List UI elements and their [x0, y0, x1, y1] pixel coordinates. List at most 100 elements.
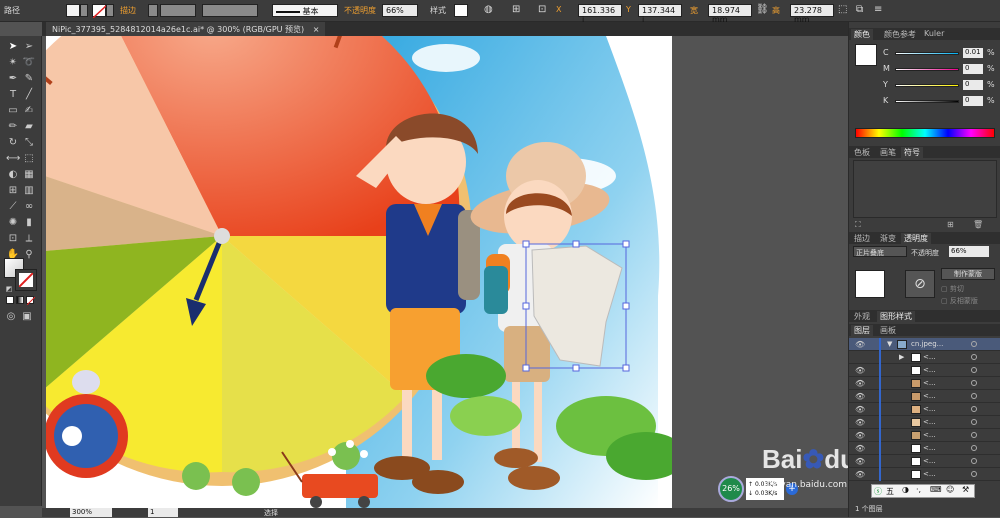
target-circle-icon[interactable]: [971, 367, 977, 373]
channel-k-value[interactable]: 0: [963, 96, 983, 106]
keyboard-icon[interactable]: ⌨: [930, 485, 942, 494]
target-circle-icon[interactable]: [971, 445, 977, 451]
opacity-label[interactable]: 不透明度: [344, 5, 376, 16]
target-circle-icon[interactable]: [971, 432, 977, 438]
lasso-tool-icon[interactable]: ➰: [22, 56, 36, 70]
channel-c-value[interactable]: 0.01: [963, 48, 983, 58]
zoom-field[interactable]: 300%: [70, 508, 112, 517]
current-fill-swatch[interactable]: [855, 44, 877, 66]
channel-y-slider[interactable]: [895, 84, 959, 87]
punctuation-icon[interactable]: ·,: [916, 485, 921, 494]
align-icon[interactable]: ⊞: [512, 4, 520, 15]
perspective-grid-tool-icon[interactable]: ▦: [22, 168, 36, 182]
artwork-illustration[interactable]: [46, 36, 672, 508]
artboard-tool-icon[interactable]: ⊡: [6, 232, 20, 246]
channel-c-slider[interactable]: [895, 52, 959, 55]
tab-color-guide[interactable]: 颜色参考: [881, 29, 919, 40]
default-colors-icon[interactable]: ◩: [2, 282, 16, 296]
eye-icon[interactable]: 👁: [855, 418, 865, 427]
invert-mask-checkbox[interactable]: ▢ 反相蒙版: [941, 296, 978, 306]
pencil-tool-icon[interactable]: ✏: [6, 120, 20, 134]
artboard[interactable]: [46, 36, 672, 508]
make-mask-button[interactable]: 制作蒙版: [941, 268, 995, 280]
eye-icon[interactable]: 👁: [855, 470, 865, 479]
gradient-tool-icon[interactable]: ▥: [22, 184, 36, 198]
isolate-icon[interactable]: ⧉: [856, 4, 863, 15]
panel-menu-icon[interactable]: ≡: [874, 4, 882, 15]
brush-definition-dropdown[interactable]: 基本: [272, 4, 338, 17]
tab-brushes[interactable]: 画笔: [877, 147, 899, 158]
user-icon[interactable]: ☺: [946, 485, 954, 494]
fill-swatch[interactable]: [66, 4, 80, 17]
height-field[interactable]: 23.278 mm: [790, 4, 834, 24]
tab-symbols[interactable]: 符号: [901, 147, 923, 158]
mesh-tool-icon[interactable]: ⊞: [6, 184, 20, 198]
constrain-proportions-icon[interactable]: ⛓: [756, 4, 769, 15]
eye-icon[interactable]: 👁: [855, 340, 865, 349]
layer-row-item[interactable]: 👁 <...: [849, 468, 1000, 481]
variable-width-dropdown[interactable]: [202, 4, 258, 17]
selection-tool-icon[interactable]: ➤: [6, 40, 20, 54]
zoom-tool-icon[interactable]: ⚲: [22, 248, 36, 262]
stroke-dropdown[interactable]: [106, 4, 114, 17]
column-graph-tool-icon[interactable]: ▮: [22, 216, 36, 230]
layer-row-item[interactable]: 👁 <...: [849, 377, 1000, 390]
target-circle-icon[interactable]: [971, 354, 977, 360]
blend-tool-icon[interactable]: ∞: [22, 200, 36, 214]
target-circle-icon[interactable]: [971, 406, 977, 412]
delete-symbol-icon[interactable]: 🗑: [973, 220, 983, 229]
ime-mode[interactable]: 五: [886, 486, 894, 497]
stroke-swatch[interactable]: [92, 4, 108, 19]
target-circle-icon[interactable]: [971, 341, 977, 347]
shape-builder-tool-icon[interactable]: ◐: [6, 168, 20, 182]
eraser-tool-icon[interactable]: ▰: [22, 120, 36, 134]
magic-wand-tool-icon[interactable]: ✴: [6, 56, 20, 70]
page-field[interactable]: 1: [148, 508, 178, 517]
scale-tool-icon[interactable]: ⤡: [22, 136, 36, 150]
transform-icon[interactable]: ⬚: [838, 4, 847, 15]
none-mode-icon[interactable]: [26, 296, 36, 306]
slice-tool-icon[interactable]: ⟂: [22, 232, 36, 246]
eye-icon[interactable]: 👁: [855, 392, 865, 401]
layer-row-item[interactable]: 👁 <...: [849, 364, 1000, 377]
channel-m-slider[interactable]: [895, 68, 959, 71]
tab-kuler[interactable]: Kuler: [921, 29, 947, 38]
layer-row-sub-group[interactable]: ▶ <...: [849, 351, 1000, 364]
blend-mode-dropdown[interactable]: 正片叠底: [853, 246, 907, 257]
color-spectrum[interactable]: [855, 128, 995, 138]
expand-triangle-icon[interactable]: ▶: [899, 353, 904, 361]
layer-row-item[interactable]: 👁 <...: [849, 403, 1000, 416]
screen-mode-icon[interactable]: ▣: [20, 310, 34, 324]
channel-y-value[interactable]: 0: [963, 80, 983, 90]
graphic-style-swatch[interactable]: [454, 4, 468, 17]
color-mode-icon[interactable]: [6, 296, 14, 304]
transparency-opacity-field[interactable]: 66%: [949, 246, 989, 257]
target-circle-icon[interactable]: [971, 419, 977, 425]
channel-m-value[interactable]: 0: [963, 64, 983, 74]
tab-stroke[interactable]: 描边: [851, 233, 873, 244]
direct-selection-tool-icon[interactable]: ➢: [22, 40, 36, 54]
target-circle-icon[interactable]: [971, 458, 977, 464]
symbol-library-icon[interactable]: ⛶: [855, 220, 861, 230]
eye-icon[interactable]: 👁: [855, 405, 865, 414]
curvature-tool-icon[interactable]: ✎: [22, 72, 36, 86]
wrench-icon[interactable]: ⚒: [962, 485, 969, 494]
x-field[interactable]: 161.336 i: [578, 4, 622, 24]
pen-tool-icon[interactable]: ✒: [6, 72, 20, 86]
canvas-area[interactable]: 26% ↑ 0.03K/s ↓ 0.03K/s + Bai✿du jingyan…: [42, 36, 848, 508]
line-tool-icon[interactable]: ╱: [22, 88, 36, 102]
eye-icon[interactable]: 👁: [855, 457, 865, 466]
paintbrush-tool-icon[interactable]: ✍: [22, 104, 36, 118]
layer-row-item[interactable]: 👁 <...: [849, 442, 1000, 455]
stroke-color-box[interactable]: [15, 269, 37, 291]
reference-point-icon[interactable]: ⊡: [538, 4, 546, 15]
eye-icon[interactable]: 👁: [855, 444, 865, 453]
half-width-icon[interactable]: ◑: [902, 485, 909, 494]
channel-k-slider[interactable]: [895, 100, 959, 103]
stroke-label[interactable]: 描边: [120, 5, 136, 16]
tab-transparency[interactable]: 透明度: [901, 233, 931, 244]
close-icon[interactable]: ×: [313, 25, 320, 34]
free-transform-tool-icon[interactable]: ⬚: [22, 152, 36, 166]
layer-row-item[interactable]: 👁 <...: [849, 429, 1000, 442]
expand-triangle-icon[interactable]: ▼: [887, 340, 892, 348]
